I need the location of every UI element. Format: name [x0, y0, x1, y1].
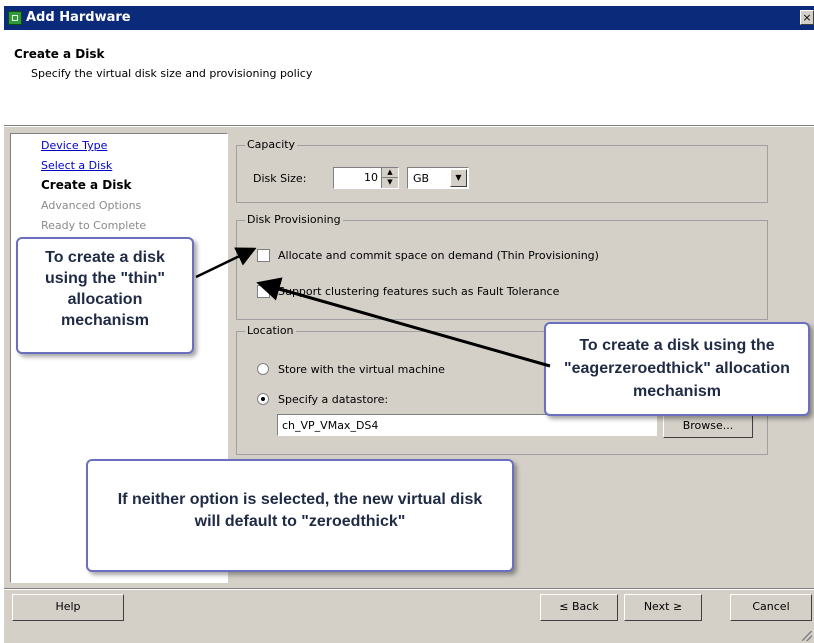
header-divider: [4, 125, 814, 127]
datastore-value: ch_VP_VMax_DS4: [282, 419, 379, 432]
step-device-type[interactable]: Device Type: [41, 139, 107, 152]
resize-grip-icon[interactable]: [802, 631, 812, 641]
browse-button[interactable]: Browse...: [663, 414, 753, 438]
page-subtitle: Specify the virtual disk size and provis…: [31, 67, 313, 80]
disk-size-stepper[interactable]: 10 ▲ ▼: [333, 167, 399, 189]
location-group-label: Location: [245, 324, 296, 337]
page-title: Create a Disk: [14, 47, 105, 61]
provisioning-group-label: Disk Provisioning: [245, 213, 343, 226]
capacity-group-label: Capacity: [245, 138, 298, 151]
thin-annotation-callout: To create a disk using the "thin" alloca…: [16, 237, 194, 354]
datastore-field[interactable]: ch_VP_VMax_DS4: [277, 414, 657, 436]
step-ready-to-complete: Ready to Complete: [41, 219, 147, 232]
disk-size-label: Disk Size:: [253, 172, 307, 185]
eager-annotation-callout: To create a disk using the "eagerzeroedt…: [544, 322, 810, 416]
capacity-group: Capacity Disk Size: 10 ▲ ▼ GB ▼: [236, 138, 768, 203]
window-title: Add Hardware: [26, 10, 131, 25]
next-button[interactable]: Next ≥: [624, 594, 702, 621]
specify-datastore-radio[interactable]: [257, 393, 269, 405]
clustering-label: Support clustering features such as Faul…: [278, 285, 560, 298]
clustering-checkbox[interactable]: [257, 285, 270, 298]
disk-unit-select[interactable]: GB ▼: [407, 167, 469, 189]
wizard-header: Create a Disk Specify the virtual disk s…: [4, 30, 814, 125]
help-button[interactable]: Help: [12, 594, 124, 621]
app-icon: [8, 11, 22, 25]
disk-unit-value: GB: [413, 172, 430, 185]
disk-provisioning-group: Disk Provisioning Allocate and commit sp…: [236, 213, 768, 320]
stepper-up-icon[interactable]: ▲: [382, 168, 398, 178]
store-with-vm-radio[interactable]: [257, 363, 269, 375]
thin-provisioning-label: Allocate and commit space on demand (Thi…: [278, 249, 599, 262]
step-advanced-options: Advanced Options: [41, 199, 142, 212]
step-select-disk[interactable]: Select a Disk: [41, 159, 112, 172]
cancel-button[interactable]: Cancel: [730, 594, 812, 621]
back-button[interactable]: ≤ Back: [540, 594, 618, 621]
thin-provisioning-checkbox[interactable]: [257, 249, 270, 262]
title-bar: Add Hardware ×: [4, 6, 814, 30]
footer-divider: [4, 588, 814, 590]
stepper-down-icon[interactable]: ▼: [382, 178, 398, 188]
chevron-down-icon[interactable]: ▼: [450, 169, 467, 187]
disk-size-value: 10: [364, 171, 378, 184]
step-create-disk: Create a Disk: [41, 178, 132, 192]
stepper-buttons[interactable]: ▲ ▼: [381, 168, 398, 188]
specify-datastore-label: Specify a datastore:: [278, 393, 389, 406]
store-with-vm-label: Store with the virtual machine: [278, 363, 445, 376]
default-annotation-callout: If neither option is selected, the new v…: [86, 459, 514, 572]
close-button[interactable]: ×: [800, 10, 814, 25]
